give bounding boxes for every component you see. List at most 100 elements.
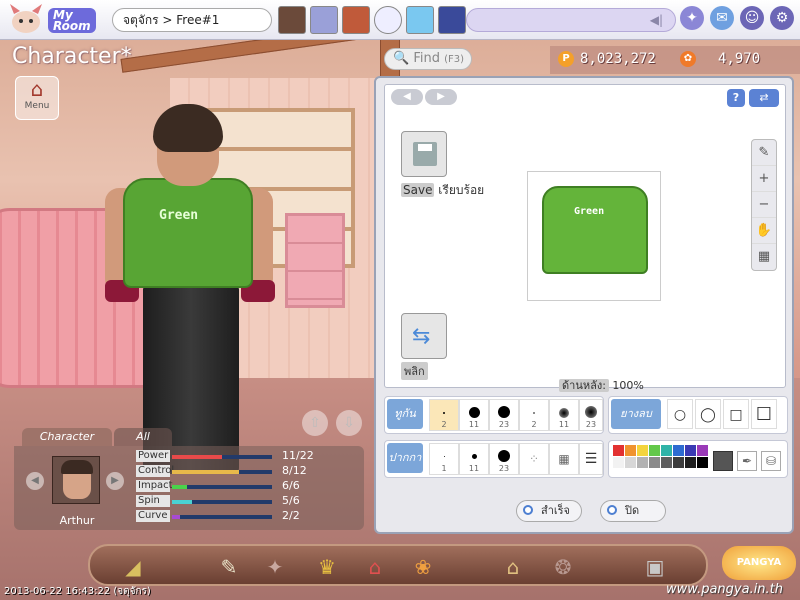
zoom-out-icon[interactable]: − [752, 192, 776, 218]
pen-size-button[interactable]: 11 [459, 443, 489, 475]
preview-text: Green [574, 206, 605, 217]
my-room-badge[interactable]: My Room [48, 8, 96, 33]
radio-icon [607, 505, 617, 515]
menu-button[interactable]: ⌂ Menu [15, 76, 59, 120]
soft-brush-button[interactable]: 11 [549, 399, 579, 431]
avatar-slot[interactable] [374, 6, 402, 34]
link-icon[interactable]: ⇄ [749, 89, 779, 107]
palette-swatch[interactable] [637, 445, 648, 456]
pen-size-button[interactable]: 1 [429, 443, 459, 475]
pang-amount: 8,023,272 [580, 51, 656, 67]
palette-swatch[interactable] [637, 457, 648, 468]
pen-tag: ปากกา [387, 443, 423, 473]
stat-row: Power 11/22 [136, 450, 314, 464]
messenger-icon[interactable]: ✉ [710, 6, 734, 30]
small-square-shape[interactable]: □ [723, 399, 749, 429]
palette-swatch[interactable] [661, 445, 672, 456]
soft-brush-button[interactable]: 23 [579, 399, 603, 431]
character-portrait [52, 456, 100, 504]
history-buttons: ◀ ▶ [391, 89, 457, 105]
color-palette [613, 445, 708, 468]
close-button[interactable]: ปิด [600, 500, 666, 522]
shirt-preview[interactable]: Green [527, 171, 661, 301]
palette-swatch[interactable] [685, 457, 696, 468]
fill-bucket-icon[interactable]: ⛁ [761, 451, 781, 471]
eyedropper-icon[interactable]: ✒ [737, 451, 757, 471]
design-icon[interactable]: ✎ [214, 552, 244, 582]
next-character-icon[interactable]: ▶ [106, 472, 124, 490]
chat-input[interactable]: ◀| [466, 8, 676, 32]
find-label: Find [413, 51, 440, 66]
palette-swatch[interactable] [673, 457, 684, 468]
brush-size-button[interactable]: 2 [429, 399, 459, 431]
soft-brush-button[interactable]: 2 [519, 399, 549, 431]
stat-value: 8/12 [282, 464, 307, 477]
flip-arrows-icon: ⇆ [412, 324, 431, 349]
current-color[interactable] [713, 451, 733, 471]
hand-icon[interactable]: ✋ [752, 218, 776, 244]
top-right-icons: ✦ ✉ ☺ ⚙ [680, 6, 794, 30]
avatar-slot[interactable] [438, 6, 466, 34]
eraser-row: ยางลบ ○ ◯ □ ☐ [608, 396, 788, 434]
palette-swatch[interactable] [673, 445, 684, 456]
party-avatars [278, 6, 466, 34]
ok-button[interactable]: สำเร็จ [516, 500, 582, 522]
pencil-icon[interactable]: ✎ [752, 140, 776, 166]
brush-size-button[interactable]: 23 [489, 399, 519, 431]
system-icon[interactable]: ▣ [640, 552, 670, 582]
grid-icon[interactable]: ▦ [752, 244, 776, 270]
help-button[interactable]: ? [727, 89, 745, 107]
house-icon[interactable]: ⌂ [360, 552, 390, 582]
zoom-in-icon[interactable]: + [752, 166, 776, 192]
palette-swatch[interactable] [697, 445, 708, 456]
dots-pattern-button[interactable]: ▦ [549, 443, 579, 475]
shop-icon[interactable]: ✦ [260, 552, 290, 582]
tab-all[interactable]: All [114, 428, 172, 446]
save-button[interactable] [401, 131, 447, 177]
profile-icon[interactable]: ☺ [740, 6, 764, 30]
pen-size-button[interactable]: 23 [489, 443, 519, 475]
undo-button[interactable]: ◀ [391, 89, 423, 105]
redo-button[interactable]: ▶ [425, 89, 457, 105]
palette-swatch[interactable] [625, 457, 636, 468]
small-circle-shape[interactable]: ○ [667, 399, 693, 429]
large-circle-shape[interactable]: ◯ [695, 399, 721, 429]
scratch-icon[interactable]: ❀ [408, 552, 438, 582]
channel-display[interactable]: จตุจักร > Free#1 [112, 8, 272, 32]
shirt-design-editor: ◀ ▶ ? ⇄ Save เรียบร้อย ⇆ พลิก Green ด้าน… [374, 76, 794, 534]
flip-button[interactable]: ⇆ [401, 313, 447, 359]
page-title: Character* [12, 44, 132, 69]
avatar-slot[interactable] [278, 6, 306, 34]
my-room-line2: Room [53, 19, 91, 33]
palette-swatch[interactable] [649, 445, 660, 456]
pangya-mascot-icon[interactable] [6, 4, 46, 36]
palette-swatch[interactable] [649, 457, 660, 468]
palette-swatch[interactable] [613, 445, 624, 456]
clubs-icon[interactable]: ◢ [118, 552, 148, 582]
stat-value: 6/6 [282, 479, 300, 492]
brush-size-button[interactable]: 11 [459, 399, 489, 431]
avatar-slot[interactable] [310, 6, 338, 34]
shirt-print: Green [159, 208, 199, 223]
large-square-shape[interactable]: ☐ [751, 399, 777, 429]
spray-pattern-button[interactable]: ⁘ [519, 443, 549, 475]
tab-character[interactable]: Character [22, 428, 112, 446]
palette-swatch[interactable] [661, 457, 672, 468]
character-name: Arthur [59, 514, 95, 527]
friends-icon[interactable]: ❂ [548, 552, 578, 582]
palette-swatch[interactable] [625, 445, 636, 456]
room-icon[interactable]: ⌂ [498, 552, 528, 582]
avatar-slot[interactable] [406, 6, 434, 34]
settings-gear-icon[interactable]: ⚙ [770, 6, 794, 30]
palette-swatch[interactable] [697, 457, 708, 468]
lines-pattern-button[interactable]: ☰ [579, 443, 603, 475]
find-button[interactable]: 🔍 Find (F3) [384, 48, 472, 70]
palette-swatch[interactable] [613, 457, 624, 468]
prev-character-icon[interactable]: ◀ [26, 472, 44, 490]
trophy-icon[interactable]: ♛ [312, 552, 342, 582]
palette-swatch[interactable] [685, 445, 696, 456]
sparkle-icon[interactable]: ✦ [680, 6, 704, 30]
timestamp: 2013-06-22 16:43:22 (จตุจักร) [4, 586, 151, 597]
portrait-hair [61, 460, 93, 474]
avatar-slot[interactable] [342, 6, 370, 34]
